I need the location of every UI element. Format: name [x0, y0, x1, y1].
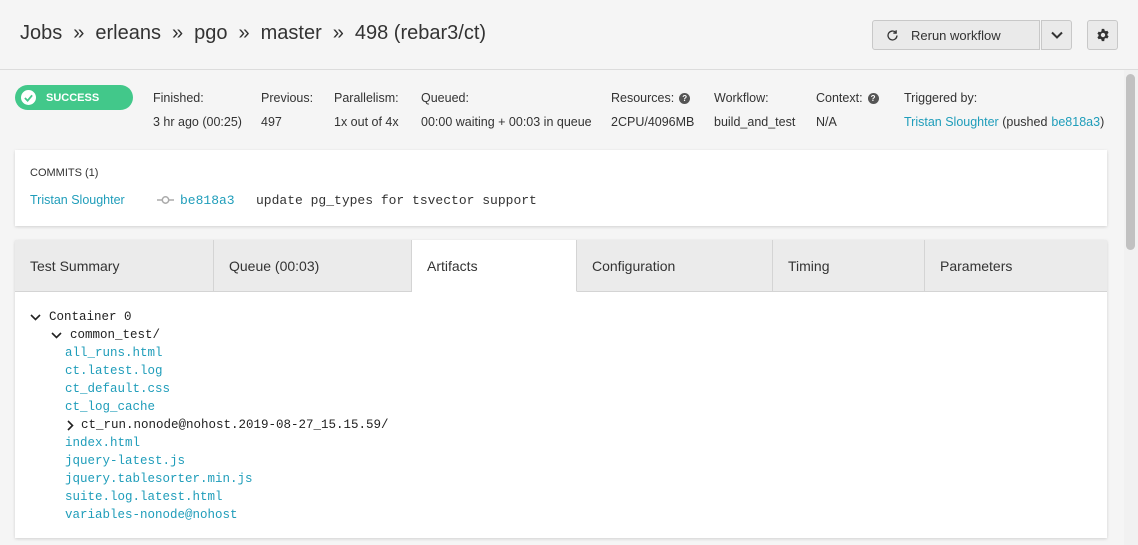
- container-label: Container 0: [49, 310, 132, 324]
- breadcrumb-branch[interactable]: master: [261, 22, 322, 45]
- pushed-prefix: (pushed: [1002, 115, 1048, 129]
- file-name[interactable]: ct_log_cache: [65, 400, 155, 414]
- triggered-info: Triggered by: Tristan Sloughter (pushed b…: [904, 90, 1104, 129]
- tab-queue[interactable]: Queue (00:03): [214, 240, 412, 292]
- help-icon[interactable]: ?: [679, 92, 691, 104]
- file-name[interactable]: jquery.tablesorter.min.js: [65, 472, 253, 486]
- queued-value: 00:00 waiting + 00:03 in queue: [421, 115, 592, 129]
- pushed-suffix: ): [1100, 115, 1105, 129]
- file-name[interactable]: ct.latest.log: [65, 364, 163, 378]
- tree-folder[interactable]: common_test/: [51, 326, 160, 344]
- breadcrumb-separator: »: [73, 22, 85, 44]
- context-link[interactable]: N/A: [816, 115, 879, 129]
- tab-timing[interactable]: Timing: [773, 240, 925, 292]
- check-icon: [21, 90, 36, 105]
- previous-job-link[interactable]: 497: [261, 115, 313, 129]
- parallelism-info: Parallelism: 1x out of 4x: [334, 90, 399, 129]
- context-info: Context:? N/A: [816, 90, 879, 129]
- file-name[interactable]: variables-nonode@nohost: [65, 508, 238, 522]
- finished-value: 3 hr ago (00:25): [153, 115, 242, 129]
- chevron-down-icon[interactable]: [30, 313, 43, 321]
- breadcrumb-job: 498 (rebar3/ct): [354, 22, 487, 44]
- previous-info: Previous: 497: [261, 90, 313, 129]
- artifact-file-link[interactable]: jquery-latest.js: [65, 452, 185, 470]
- subfolder-label: ct_run.nonode@nohost.2019-08-27_15.15.59…: [81, 418, 389, 432]
- scrollbar-thumb[interactable]: [1126, 74, 1135, 250]
- tab-configuration[interactable]: Configuration: [577, 240, 773, 292]
- resources-value: 2CPU/4096MB: [611, 115, 695, 129]
- parallelism-label: Parallelism:: [334, 91, 399, 105]
- workflow-info: Workflow: build_and_test: [714, 90, 795, 129]
- breadcrumb: Jobs » erleans » pgo » master » 498 (reb…: [20, 22, 486, 45]
- previous-label: Previous:: [261, 91, 314, 105]
- chevron-down-icon[interactable]: [51, 331, 64, 339]
- settings-button[interactable]: [1087, 20, 1118, 50]
- chevron-down-icon: [1050, 31, 1063, 39]
- artifact-file-link[interactable]: ct_default.css: [65, 380, 170, 398]
- artifact-file-link[interactable]: index.html: [65, 434, 140, 452]
- resources-info: Resources:? 2CPU/4096MB: [611, 90, 694, 129]
- artifact-file-link[interactable]: ct_log_cache: [65, 398, 155, 416]
- tab-artifacts[interactable]: Artifacts: [412, 240, 577, 292]
- context-label: Context:: [816, 91, 863, 105]
- breadcrumb-separator: »: [332, 22, 344, 44]
- triggered-user-link[interactable]: Tristan Sloughter: [904, 115, 999, 129]
- tree-subfolder[interactable]: ct_run.nonode@nohost.2019-08-27_15.15.59…: [67, 416, 389, 434]
- queued-info: Queued: 00:00 waiting + 00:03 in queue: [421, 90, 592, 129]
- status-badge: SUCCESS: [15, 85, 133, 110]
- artifact-file-link[interactable]: suite.log.latest.html: [65, 488, 223, 506]
- triggered-label: Triggered by:: [904, 91, 978, 105]
- rerun-dropdown-button[interactable]: [1041, 20, 1072, 50]
- chevron-right-icon[interactable]: [67, 419, 76, 431]
- commits-panel: COMMITS (1) Tristan Sloughter be818a3 up…: [15, 150, 1107, 226]
- rerun-workflow-label: Rerun workflow: [911, 27, 1001, 43]
- tab-bar: Test Summary Queue (00:03) Artifacts Con…: [15, 240, 1107, 292]
- file-name[interactable]: index.html: [65, 436, 140, 450]
- file-name[interactable]: jquery-latest.js: [65, 454, 185, 468]
- workflow-label: Workflow:: [714, 91, 769, 105]
- gear-icon: [1096, 28, 1109, 42]
- rerun-workflow-button[interactable]: Rerun workflow: [872, 20, 1040, 50]
- file-name[interactable]: suite.log.latest.html: [65, 490, 223, 504]
- folder-label: common_test/: [70, 328, 161, 342]
- refresh-icon: [887, 29, 898, 41]
- commit-author-link[interactable]: Tristan Sloughter: [30, 193, 125, 207]
- resources-label: Resources:: [611, 91, 675, 105]
- file-name[interactable]: all_runs.html: [65, 346, 163, 360]
- artifact-file-link[interactable]: all_runs.html: [65, 344, 163, 362]
- parallelism-link[interactable]: 1x out of 4x: [334, 115, 399, 129]
- page-scrollbar[interactable]: [1124, 70, 1138, 545]
- finished-info: Finished: 3 hr ago (00:25): [153, 90, 242, 129]
- breadcrumb-separator: »: [238, 22, 250, 44]
- commit-icon: [157, 196, 174, 204]
- help-icon[interactable]: ?: [867, 92, 879, 104]
- commit-message: update pg_types for tsvector support: [256, 193, 537, 208]
- queued-label: Queued:: [421, 91, 469, 105]
- workflow-link[interactable]: build_and_test: [714, 115, 795, 129]
- tab-test-summary[interactable]: Test Summary: [15, 240, 214, 292]
- artifact-file-link[interactable]: ct.latest.log: [65, 362, 163, 380]
- artifact-file-link[interactable]: jquery.tablesorter.min.js: [65, 470, 253, 488]
- triggered-commit-link[interactable]: be818a3: [1051, 115, 1100, 129]
- tree-container[interactable]: Container 0: [30, 308, 132, 326]
- breadcrumb-project[interactable]: pgo: [194, 22, 227, 45]
- breadcrumb-jobs[interactable]: Jobs: [20, 22, 62, 45]
- breadcrumb-org[interactable]: erleans: [95, 22, 161, 45]
- finished-label: Finished:: [153, 91, 204, 105]
- commits-title: COMMITS (1): [30, 167, 99, 179]
- file-name[interactable]: ct_default.css: [65, 382, 170, 396]
- status-label: SUCCESS: [46, 91, 100, 104]
- job-details-panel: Test Summary Queue (00:03) Artifacts Con…: [15, 240, 1107, 538]
- commit-hash-link[interactable]: be818a3: [180, 193, 235, 208]
- tab-parameters[interactable]: Parameters: [925, 240, 1107, 292]
- page-header: Jobs » erleans » pgo » master » 498 (reb…: [0, 0, 1138, 70]
- artifact-file-link[interactable]: variables-nonode@nohost: [65, 506, 238, 524]
- breadcrumb-separator: »: [171, 22, 184, 44]
